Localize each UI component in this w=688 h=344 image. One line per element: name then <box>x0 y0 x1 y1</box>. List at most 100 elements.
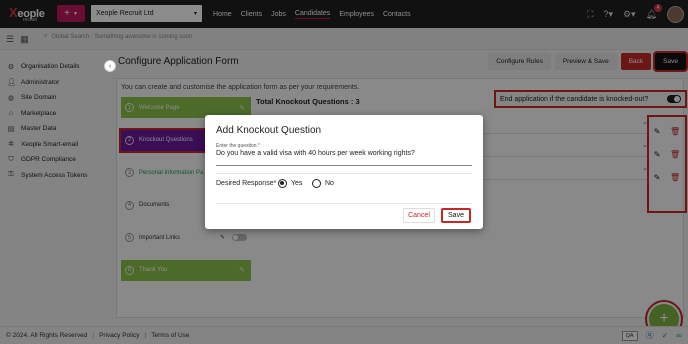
step-important-links[interactable]: 5 Important Links ✎ <box>121 227 251 248</box>
sidebar-item-site-domain[interactable]: ◍ Site Domain <box>0 90 110 106</box>
end-application-switch[interactable] <box>667 95 681 103</box>
sidebar-item-label: Xeople Smart-email <box>21 140 79 148</box>
question-actions: ✎ 🗑︎ ✎ 🗑︎ ✎ 🗑︎ <box>647 115 687 213</box>
step-label: Important Links <box>139 234 181 241</box>
grid-view-icon[interactable]: ▦ <box>20 34 29 45</box>
pencil-icon[interactable]: ✎ <box>654 150 661 159</box>
dialog-title: Add Knockout Question <box>216 125 322 136</box>
step-number: 4 <box>125 200 134 210</box>
header-actions: Configure Rules Preview & Save Back Save <box>488 51 688 72</box>
pencil-icon[interactable]: ✎ <box>239 104 245 112</box>
step-number: 1 <box>125 103 134 112</box>
desired-response-label: Desired Response* <box>216 180 277 187</box>
plus-icon: + <box>64 8 70 19</box>
qa-icon[interactable]: ⓠ <box>646 330 654 341</box>
question-actions-row: ✎ 🗑︎ <box>649 166 685 189</box>
sidebar-item-access-tokens[interactable]: ⚿ System Access Tokens <box>0 168 110 184</box>
link-icon[interactable]: ∞ <box>676 331 682 340</box>
step-label: Documents <box>139 202 170 208</box>
trash-icon[interactable]: 🗑︎ <box>670 173 680 182</box>
step-number: 6 <box>125 265 134 275</box>
sidebar-item-master-data[interactable]: ▤ Master Data <box>0 121 110 137</box>
fullscreen-icon[interactable]: ⛶ <box>587 9 593 20</box>
question-input[interactable]: Do you have a valid visa with 40 hours p… <box>216 150 472 166</box>
radio-label: No <box>325 180 334 187</box>
step-label: Personal Information Pa <box>139 169 204 176</box>
user-icon: 👤︎ <box>7 79 16 87</box>
footer-separator: | <box>92 332 95 339</box>
radio-yes[interactable]: Yes <box>278 179 302 188</box>
step-label: Knockout Questions <box>139 137 193 143</box>
footer-icons: QA ⓠ ✓ ∞ <box>621 330 682 341</box>
sidebar-item-marketplace[interactable]: ⌂ Marketplace <box>0 106 110 122</box>
pencil-icon[interactable]: ✎ <box>239 266 245 274</box>
step-label: Welcome Page <box>139 104 180 111</box>
chevron-left-icon: ‹ <box>108 62 112 70</box>
pencil-icon[interactable]: ✎ <box>220 234 225 241</box>
sidebar-item-administrator[interactable]: 👤︎ Administrator <box>0 75 110 91</box>
view-toggle: ☰ ▦ <box>6 34 29 45</box>
nav-contacts[interactable]: Contacts <box>383 11 411 18</box>
knockout-total: Total Knockout Questions : 3 <box>256 97 360 106</box>
environment-badge: QA <box>621 330 638 341</box>
search-row: ☰ ▦ ⌕ Global Search - Something awesome … <box>0 28 688 50</box>
list-view-icon[interactable]: ☰ <box>6 34 14 45</box>
sidebar-item-gdpr[interactable]: ⛉ GDPR Compliance <box>0 152 110 168</box>
privacy-policy-link[interactable]: Privacy Policy <box>99 332 139 339</box>
notification-badge: 4 <box>654 3 662 12</box>
step-number: 3 <box>125 168 134 177</box>
nav-clients[interactable]: Clients <box>241 11 262 18</box>
sidebar-item-smart-email[interactable]: ✲ Xeople Smart-email <box>0 137 110 153</box>
sidebar-item-label: GDPR Compliance <box>21 156 76 164</box>
sidebar-item-label: Site Domain <box>21 94 57 102</box>
trash-icon[interactable]: 🗑︎ <box>670 127 680 136</box>
trash-icon[interactable]: 🗑︎ <box>670 150 680 159</box>
terms-of-use-link[interactable]: Terms of Use <box>151 332 189 339</box>
help-icon[interactable]: ?▾ <box>603 9 613 20</box>
intro-text: You can create and customise the applica… <box>121 84 360 91</box>
end-application-label: End application if the candidate is knoc… <box>500 95 649 103</box>
sidebar-collapse-button[interactable]: ‹ <box>104 60 116 72</box>
sidebar-item-label: System Access Tokens <box>21 171 88 179</box>
check-circle-icon[interactable]: ✓ <box>662 331 669 340</box>
gear-icon: ⚙ <box>7 63 15 71</box>
nav-home[interactable]: Home <box>213 11 232 18</box>
configure-rules-button[interactable]: Configure Rules <box>488 53 551 70</box>
copyright-text: © 2024. All Rights Reserved <box>6 332 88 339</box>
radio-no[interactable]: No <box>312 179 334 188</box>
step-number: 5 <box>125 233 134 242</box>
xeople-logo[interactable]: Xeople recruit <box>5 4 51 24</box>
cancel-button[interactable]: Cancel <box>403 208 435 223</box>
add-knockout-question-dialog: Add Knockout Question Enter the question… <box>205 115 483 229</box>
nav-candidates[interactable]: Candidates <box>294 10 331 19</box>
pencil-icon[interactable]: ✎ <box>654 127 661 136</box>
company-select-value: Xeople Recruit Ltd <box>96 10 154 17</box>
search-icon: ⌕ <box>44 33 48 39</box>
step-knockout-questions[interactable]: 2 Knockout Questions <box>119 127 207 153</box>
notification-bell-icon[interactable]: 🔔︎ 4 <box>646 3 662 20</box>
search-placeholder: Global Search - Something awesome is com… <box>51 33 193 40</box>
dialog-save-button[interactable]: Save <box>441 208 471 223</box>
end-application-toggle-row: End application if the candidate is knoc… <box>494 90 687 108</box>
preview-save-button[interactable]: Preview & Save <box>554 53 617 70</box>
save-button[interactable]: Save <box>653 51 688 72</box>
quick-add-button[interactable]: + ▼ <box>57 5 85 22</box>
caret-down-icon: ▼ <box>72 10 78 17</box>
back-button[interactable]: Back <box>620 53 652 70</box>
sidebar-item-label: Organisation Details <box>21 63 80 71</box>
settings-sidebar: ⚙ Organisation Details 👤︎ Administrator ◍ S… <box>0 50 110 320</box>
pencil-icon[interactable]: ✎ <box>654 173 661 182</box>
settings-icon[interactable]: ⚙▾ <box>623 9 636 20</box>
radio-unchecked-icon <box>312 179 321 188</box>
company-select[interactable]: Xeople Recruit Ltd ▾ <box>91 5 202 22</box>
global-search[interactable]: ⌕ Global Search - Something awesome is c… <box>44 33 192 40</box>
sidebar-item-organisation-details[interactable]: ⚙ Organisation Details <box>0 59 110 75</box>
step-thank-you[interactable]: 6 Thank You ✎ <box>121 259 251 281</box>
user-avatar[interactable] <box>667 5 684 23</box>
footer: © 2024. All Rights Reserved | Privacy Po… <box>0 326 688 344</box>
logo-subtext: recruit <box>23 17 37 23</box>
nav-jobs[interactable]: Jobs <box>271 11 286 18</box>
nav-employees[interactable]: Employees <box>339 11 374 18</box>
main-nav: Home Clients Jobs Candidates Employees C… <box>213 0 411 28</box>
important-links-toggle[interactable] <box>232 234 247 241</box>
